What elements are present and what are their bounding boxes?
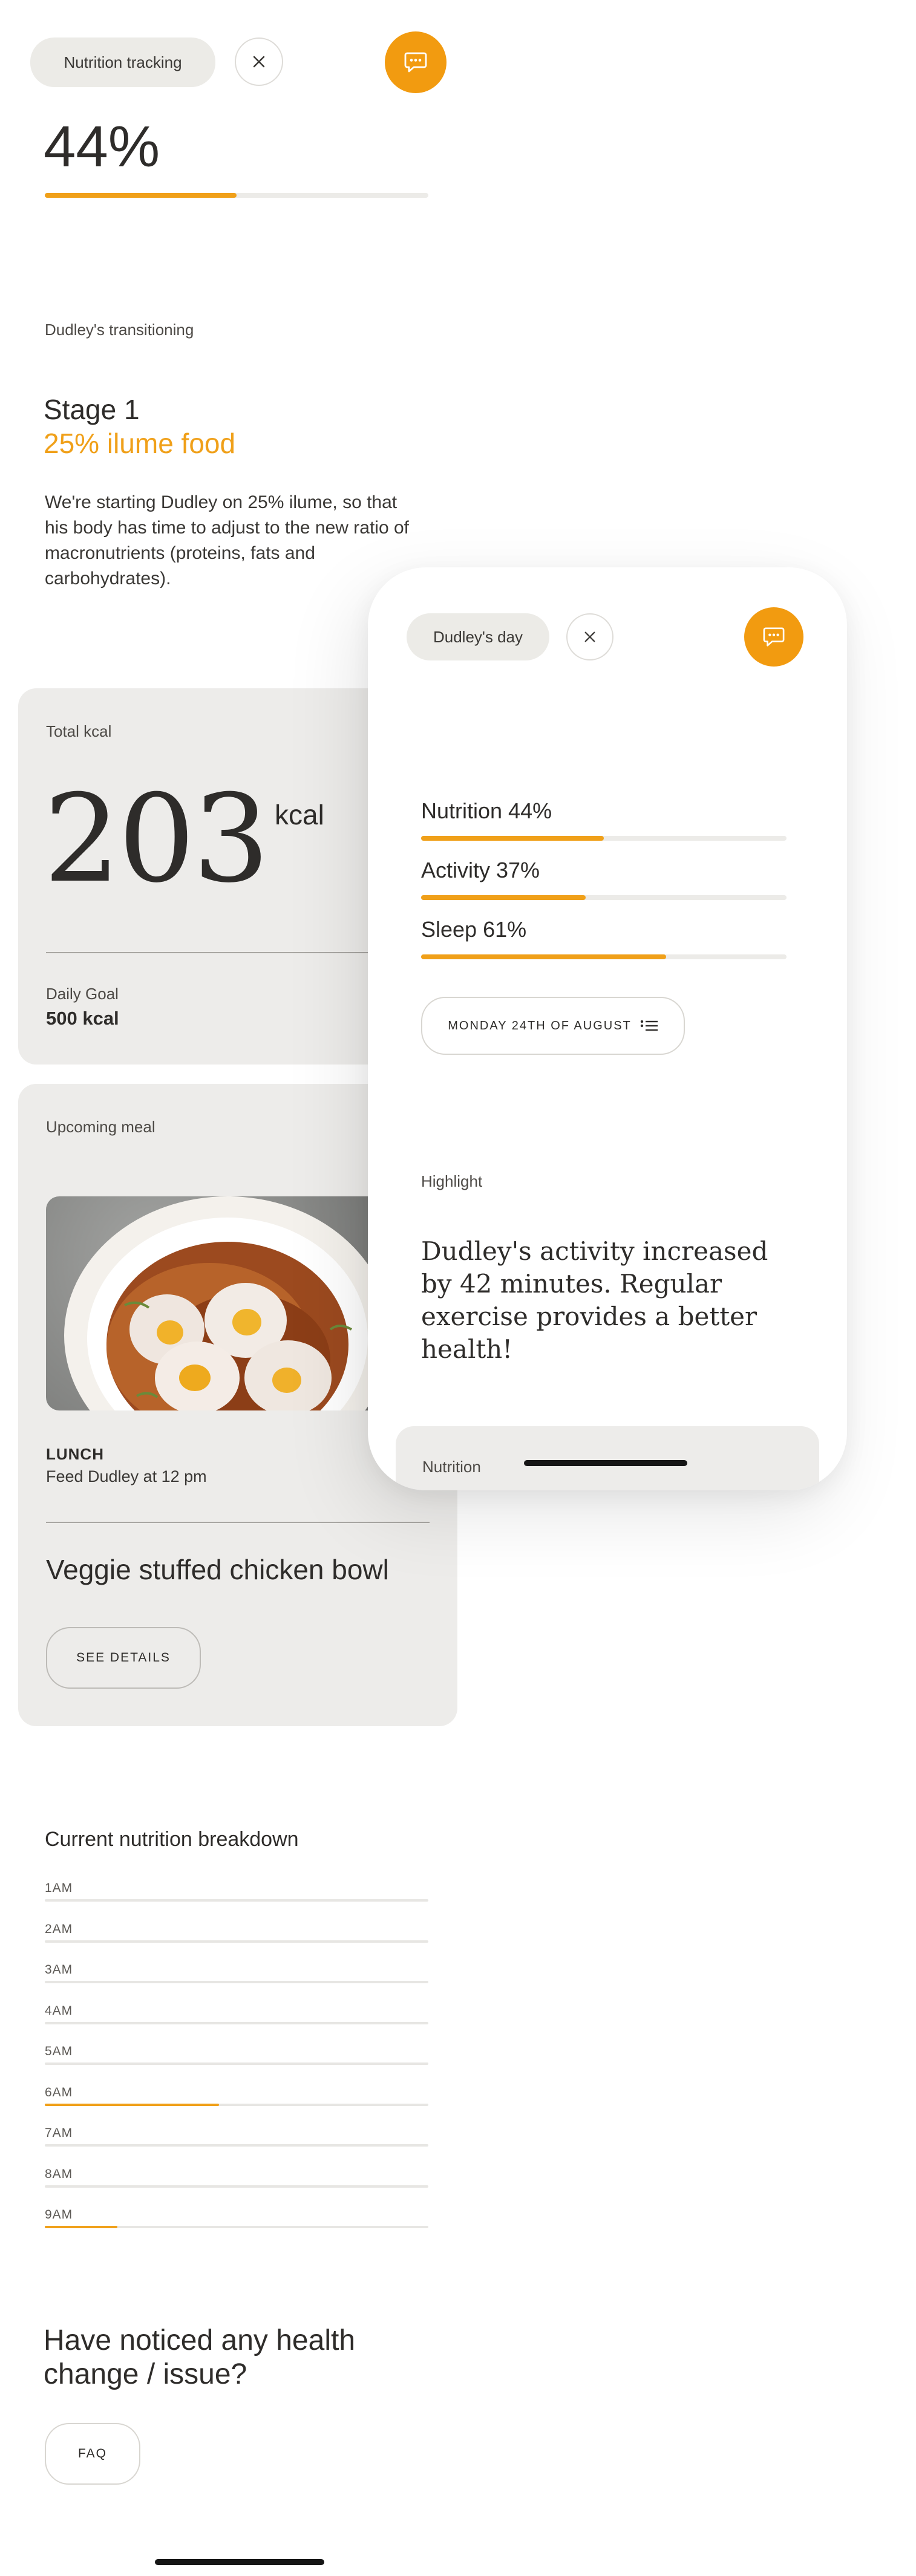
breakdown-row: 8AM — [45, 2167, 428, 2208]
breakdown-row-bar — [45, 2103, 428, 2106]
breakdown-row-bar — [45, 2144, 428, 2147]
metric-sleep-label: Sleep 61% — [421, 917, 527, 942]
phone-bottom-card-label: Nutrition — [422, 1458, 481, 1476]
chat-button[interactable] — [385, 31, 447, 93]
breakdown-row: 4AM — [45, 2004, 428, 2044]
chat-icon — [763, 627, 785, 647]
close-button[interactable] — [235, 37, 283, 86]
meal-divider — [46, 1522, 430, 1523]
see-details-button[interactable]: SEE DETAILS — [46, 1627, 201, 1689]
date-button[interactable]: MONDAY 24TH OF AUGUST — [421, 997, 685, 1055]
breakdown-row-bar — [45, 1899, 428, 1902]
kcal-unit: kcal — [275, 799, 324, 830]
goal-label: Daily Goal — [46, 985, 119, 1003]
metric-activity-label: Activity 37% — [421, 858, 540, 882]
meal-label: Upcoming meal — [46, 1118, 155, 1136]
breakdown-row: 9AM — [45, 2208, 428, 2248]
phone-day-chip[interactable]: Dudley's day — [407, 613, 549, 660]
faq-button[interactable]: FAQ — [45, 2423, 140, 2485]
transition-description: We're starting Dudley on 25% ilume, so t… — [45, 492, 410, 589]
meal-time: Feed Dudley at 12 pm — [46, 1467, 207, 1485]
tracking-chip-label: Nutrition tracking — [64, 53, 182, 71]
breakdown-row: 3AM — [45, 1963, 428, 2003]
metric-sleep-fill — [421, 954, 666, 959]
phone-day-chip-label: Dudley's day — [433, 627, 523, 646]
breakdown-row-fill — [45, 2226, 118, 2228]
phone-mockup: Dudley's day Nutrition 44% Activity 37% … — [368, 567, 847, 1490]
breakdown-row-bar — [45, 2021, 428, 2024]
breakdown-row-label: 6AM — [45, 2085, 73, 2099]
highlight-label: Highlight — [421, 1172, 483, 1190]
breakdown-row-bar — [45, 2185, 428, 2188]
breakdown-row: 5AM — [45, 2044, 428, 2085]
chat-icon — [404, 52, 427, 73]
metric-sleep-bar — [421, 954, 787, 959]
breakdown-row-label: 9AM — [45, 2208, 73, 2222]
transition-eyebrow: Dudley's transitioning — [45, 321, 194, 339]
breakdown-row-label: 3AM — [45, 1963, 73, 1977]
phone-home-indicator — [524, 1460, 687, 1466]
metric-nutrition-bar — [421, 836, 787, 841]
breakdown-row-bar — [45, 2226, 428, 2228]
breakdown-row: 6AM — [45, 2085, 428, 2126]
date-button-label: MONDAY 24TH OF AUGUST — [448, 1019, 632, 1032]
phone-chat-button[interactable] — [744, 607, 803, 667]
goal-value: 500 kcal — [46, 1008, 119, 1029]
breakdown-row-label: 7AM — [45, 2126, 73, 2140]
phone-bottom-card[interactable]: Nutrition — [396, 1426, 819, 1490]
progress-percent: 44% — [44, 114, 160, 179]
breakdown-row-label: 5AM — [45, 2044, 73, 2058]
progress-bar-fill — [45, 193, 237, 198]
breakdown-row-label: 4AM — [45, 2003, 73, 2018]
home-indicator — [155, 2559, 324, 2565]
tracking-chip[interactable]: Nutrition tracking — [30, 37, 215, 87]
highlight-text: Dudley's activity increased by 42 minute… — [421, 1236, 768, 1364]
metric-activity-fill — [421, 895, 586, 900]
close-icon — [253, 56, 265, 68]
breakdown-row-bar — [45, 1940, 428, 1943]
breakdown-row-bar — [45, 2062, 428, 2065]
metric-nutrition-fill — [421, 836, 604, 841]
breakdown-row-bar — [45, 1981, 428, 1983]
stage-subtitle: 25% ilume food — [44, 428, 236, 459]
meal-type: LUNCH — [46, 1445, 104, 1463]
metric-activity-bar — [421, 895, 787, 900]
faq-title: Have noticed any health change / issue? — [44, 2324, 356, 2390]
metric-nutrition-label: Nutrition 44% — [421, 798, 552, 823]
faq-button-label: FAQ — [77, 2447, 107, 2460]
kcal-value: 203 — [44, 769, 270, 910]
kcal-label: Total kcal — [46, 722, 112, 740]
breakdown-row-label: 8AM — [45, 2167, 73, 2181]
stage-title: Stage 1 — [44, 394, 140, 425]
meal-name: Veggie stuffed chicken bowl — [46, 1554, 389, 1585]
breakdown-row: 1AM — [45, 1881, 428, 1922]
breakdown-row: 2AM — [45, 1922, 428, 1963]
see-details-label: SEE DETAILS — [76, 1651, 171, 1665]
close-icon — [584, 631, 595, 642]
breakdown-title: Current nutrition breakdown — [45, 1828, 299, 1851]
progress-bar — [45, 193, 428, 198]
phone-close-button[interactable] — [566, 613, 613, 660]
breakdown-row-label: 2AM — [45, 1922, 73, 1936]
breakdown-row: 7AM — [45, 2126, 428, 2167]
breakdown-row-fill — [45, 2103, 220, 2106]
list-icon — [640, 1020, 658, 1031]
breakdown-row-label: 1AM — [45, 1881, 73, 1895]
